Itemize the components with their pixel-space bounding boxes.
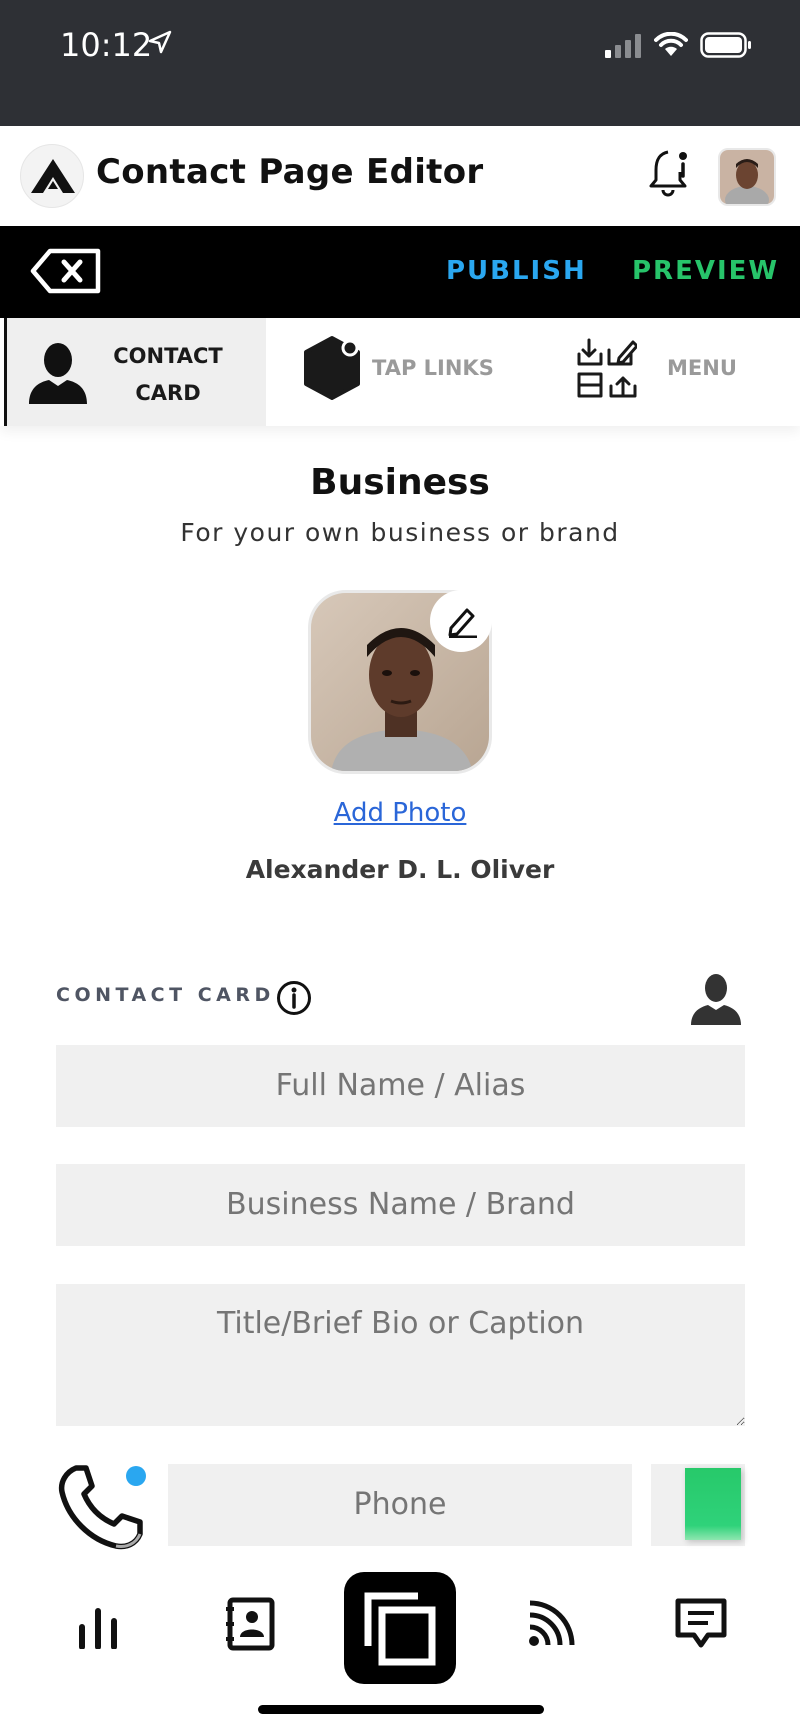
action-bar: PUBLISH PREVIEW <box>0 226 800 318</box>
pages-nav-button[interactable] <box>344 1572 456 1684</box>
phone-status-dot <box>126 1466 146 1486</box>
messages-icon[interactable] <box>674 1597 728 1651</box>
phone-visibility-toggle[interactable] <box>685 1468 741 1540</box>
preview-button[interactable]: PREVIEW <box>632 256 779 286</box>
page-title: Contact Page Editor <box>96 152 484 192</box>
add-photo-link[interactable]: Add Photo <box>0 798 800 828</box>
page-type-title: Business <box>310 462 490 503</box>
full-name-input[interactable] <box>56 1045 745 1127</box>
page-type-subtitle: For your own business or brand <box>180 518 620 547</box>
person-icon <box>29 343 87 404</box>
phone-input[interactable] <box>168 1464 632 1546</box>
wifi-icon <box>654 32 688 56</box>
tab-label: CONTACT CARD <box>113 344 223 405</box>
notification-bell-icon[interactable] <box>648 148 692 198</box>
business-name-input[interactable] <box>56 1164 745 1246</box>
tab-label: TAP LINKS <box>372 356 494 380</box>
edit-photo-button[interactable] <box>430 590 492 652</box>
publish-button[interactable]: PUBLISH <box>446 256 587 286</box>
signal-icon <box>605 34 641 58</box>
tab-label: MENU <box>667 356 737 380</box>
contact-card-section-label: CONTACT CARD <box>56 984 275 1006</box>
status-bar: 10:12 <box>0 0 800 126</box>
title-bio-textarea[interactable] <box>56 1284 745 1426</box>
menu-import-export-icon <box>577 338 637 398</box>
tab-contact-card[interactable]: CONTACT CARD <box>4 318 266 426</box>
pencil-icon <box>448 608 477 638</box>
status-time: 10:12 <box>60 26 153 64</box>
stats-icon[interactable] <box>76 1605 120 1649</box>
contact-person-icon[interactable] <box>688 970 744 1026</box>
info-icon[interactable] <box>276 980 312 1016</box>
tab-tap-links[interactable]: TAP LINKS <box>290 318 520 426</box>
logo-icon <box>31 159 75 193</box>
pages-icon <box>364 1592 436 1666</box>
user-avatar[interactable] <box>718 148 776 206</box>
editor-tabs: CONTACT CARD TAP LINKS MENU <box>0 318 800 426</box>
hexagon-icon <box>304 336 360 400</box>
app-logo[interactable] <box>20 144 84 208</box>
app-header: Contact Page Editor <box>0 126 800 226</box>
nfc-icon[interactable] <box>526 1599 576 1649</box>
home-indicator <box>258 1705 544 1714</box>
contacts-icon[interactable] <box>224 1597 276 1651</box>
display-name: Alexander D. L. Oliver <box>245 855 555 884</box>
battery-icon <box>700 32 751 58</box>
location-arrow-icon <box>148 30 172 54</box>
tab-menu[interactable]: MENU <box>565 318 800 426</box>
backspace-delete-icon[interactable] <box>30 248 102 294</box>
